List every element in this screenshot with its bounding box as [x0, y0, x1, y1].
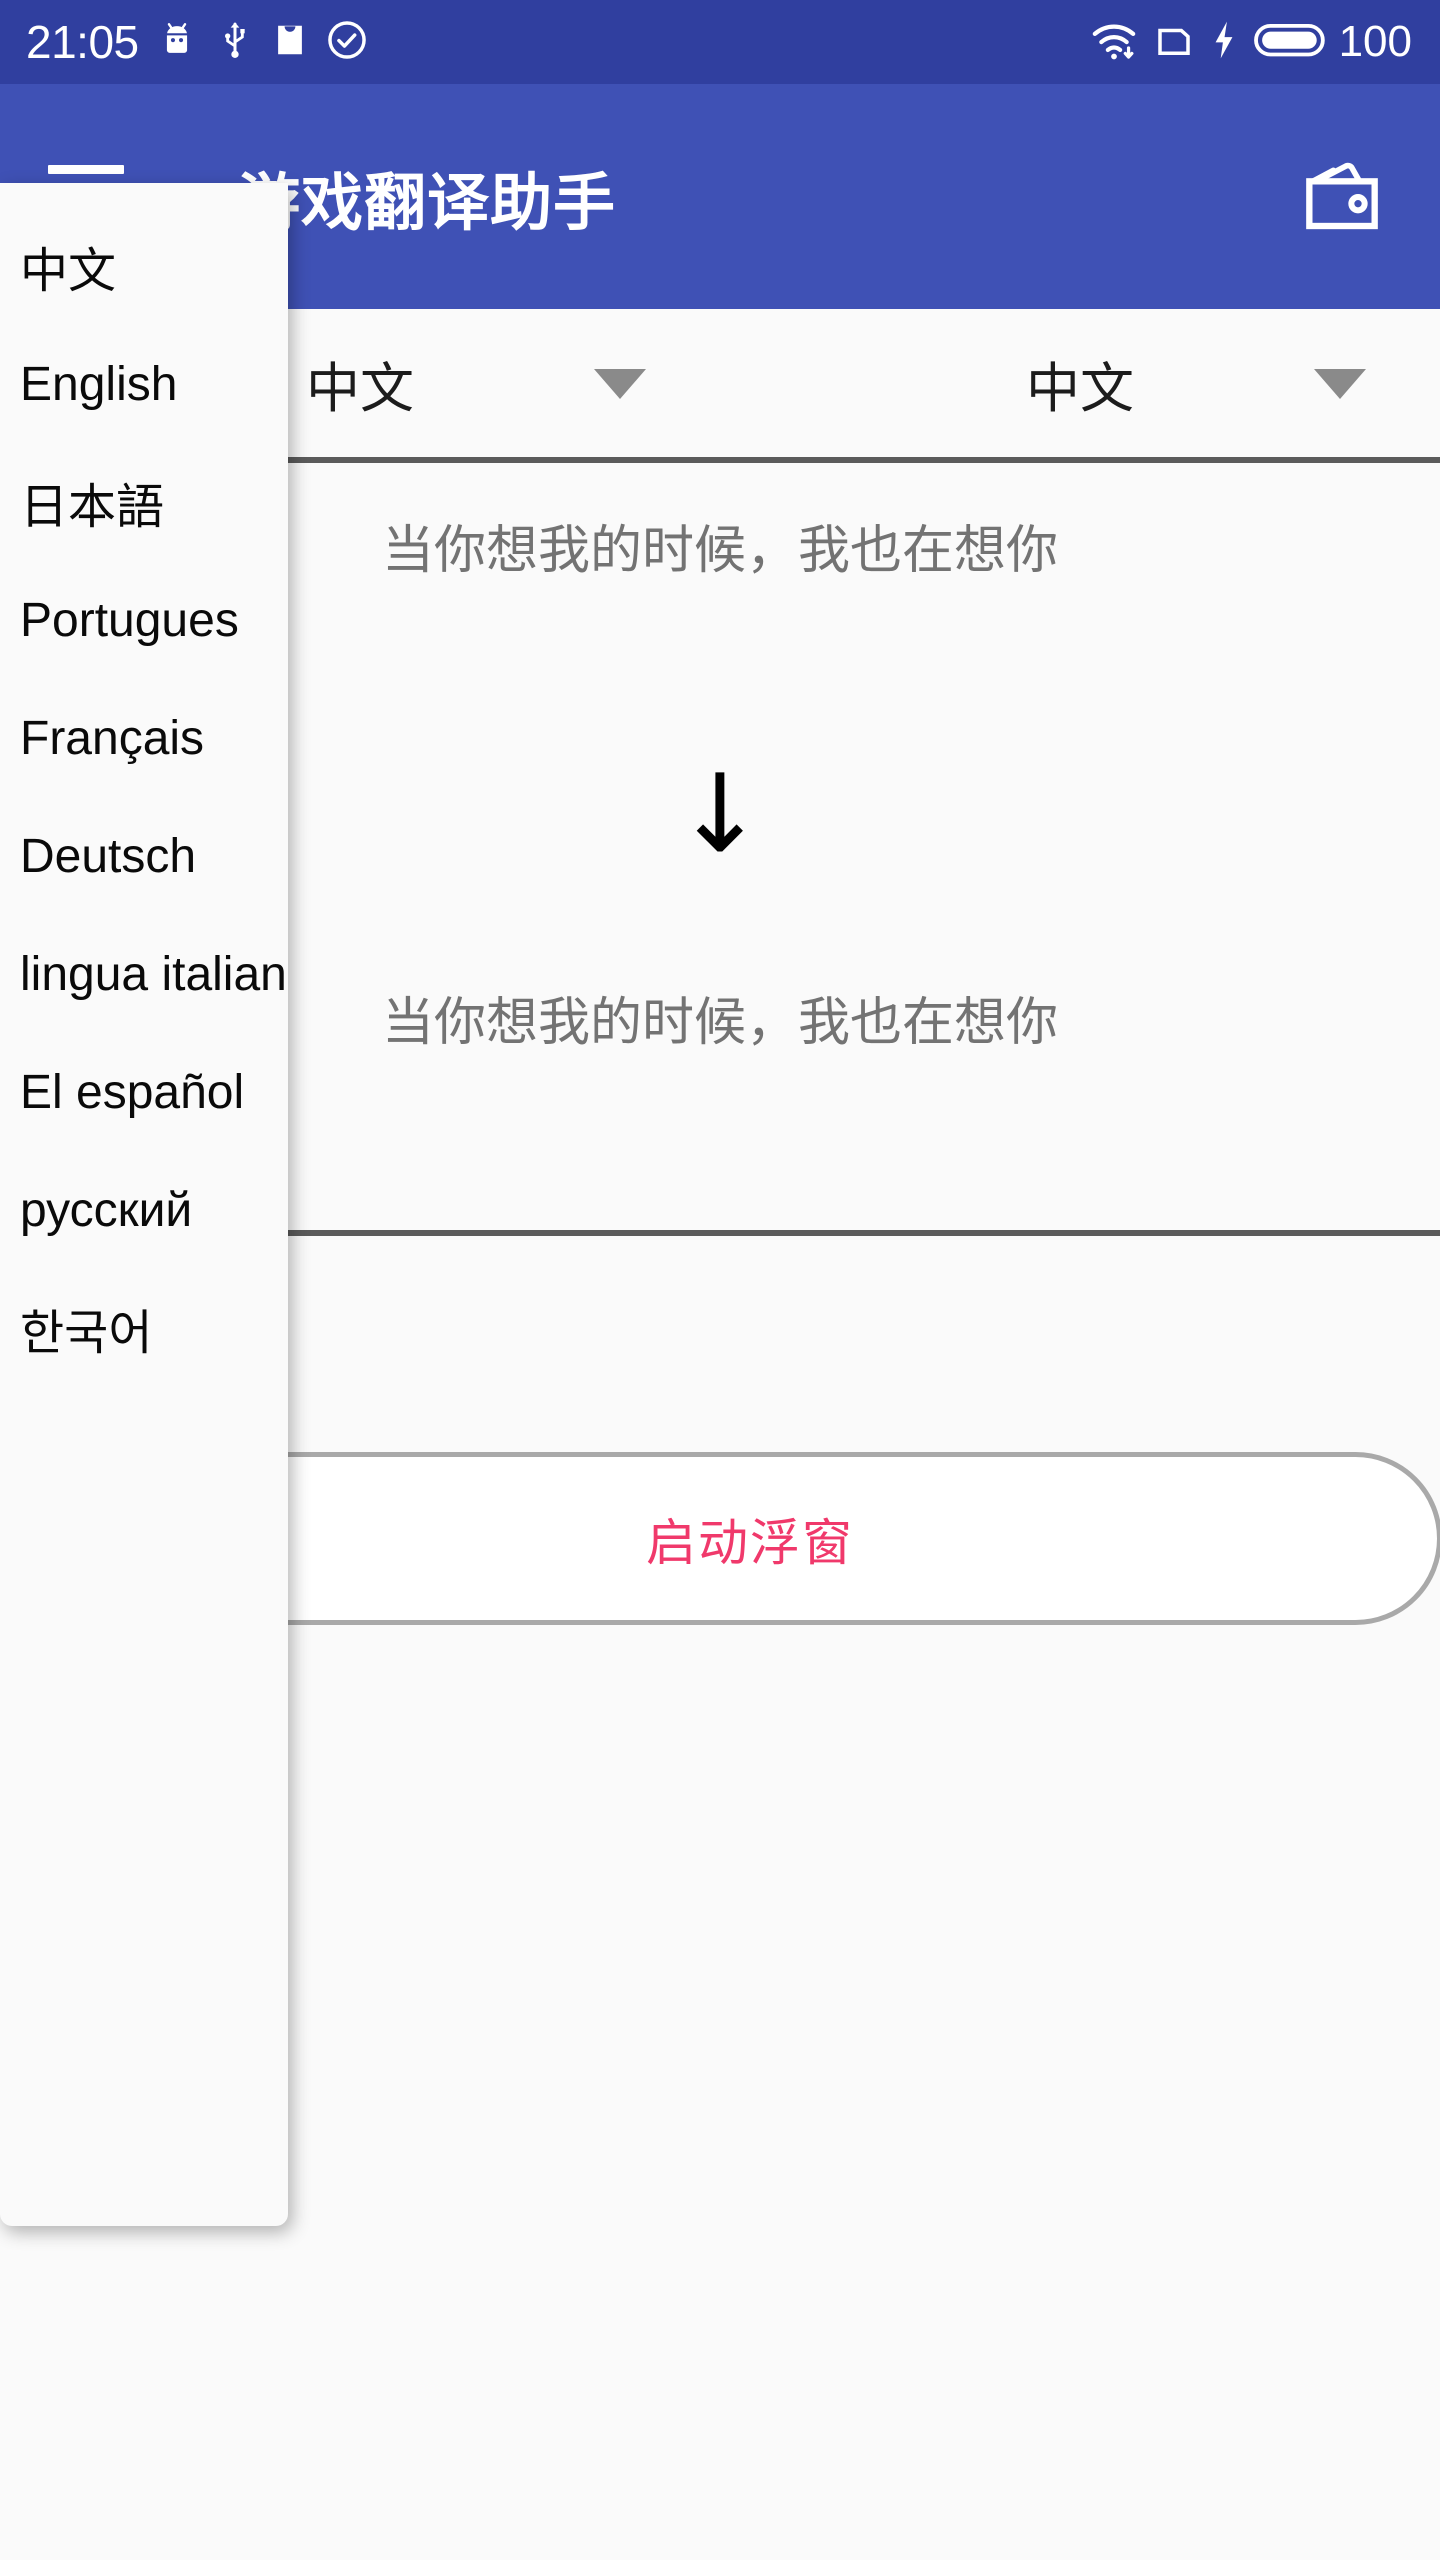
shopping-bag-icon: [271, 18, 309, 67]
language-dropdown-item[interactable]: El español: [0, 1033, 288, 1151]
language-dropdown-popup[interactable]: 中文 English 日本語 Portugues Français Deutsch ling…: [0, 183, 288, 2226]
language-dropdown-item[interactable]: English: [0, 325, 288, 443]
wifi-download-icon: [1089, 17, 1139, 68]
status-bar-right: 100: [1089, 17, 1412, 68]
status-bar: 21:05 100: [0, 0, 1440, 84]
language-dropdown-item[interactable]: lingua italiana: [0, 915, 288, 1033]
usb-icon: [215, 18, 255, 67]
app-screen: 21:05 100 游戏翻译助手 中文 中文 当你想我的时候，我也在想你 ↓ 当…: [0, 0, 1440, 2560]
language-dropdown-item[interactable]: Portugues: [0, 561, 288, 679]
language-dropdown-item[interactable]: Français: [0, 679, 288, 797]
charging-bolt-icon: [1209, 18, 1239, 67]
battery-percent-label: 100: [1338, 17, 1412, 66]
language-dropdown-item[interactable]: 中文: [0, 207, 288, 325]
source-language-label: 中文: [306, 358, 414, 419]
wallet-icon[interactable]: [1288, 143, 1396, 251]
language-dropdown-item[interactable]: 한국어: [0, 1269, 288, 1387]
target-language-label: 中文: [1026, 358, 1134, 419]
language-dropdown-list: 中文 English 日本語 Portugues Français Deutsch ling…: [0, 183, 288, 1387]
start-float-window-label: 启动浮窗: [646, 1514, 854, 1571]
check-circle-icon: [325, 18, 369, 67]
battery-full-icon: [1253, 19, 1327, 66]
page-title: 游戏翻译助手: [238, 168, 617, 238]
language-dropdown-item[interactable]: русский: [0, 1151, 288, 1269]
android-robot-icon: [155, 18, 199, 67]
caret-down-icon: [594, 369, 646, 399]
sim-card-icon: [1153, 19, 1195, 66]
menu-bar-1: [48, 165, 124, 174]
language-dropdown-item[interactable]: Deutsch: [0, 797, 288, 915]
language-dropdown-item[interactable]: 日本語: [0, 443, 288, 561]
status-bar-left: 21:05: [26, 18, 369, 67]
target-language-spinner[interactable]: 中文: [720, 309, 1440, 457]
status-time: 21:05: [26, 16, 139, 68]
caret-down-icon: [1314, 369, 1366, 399]
